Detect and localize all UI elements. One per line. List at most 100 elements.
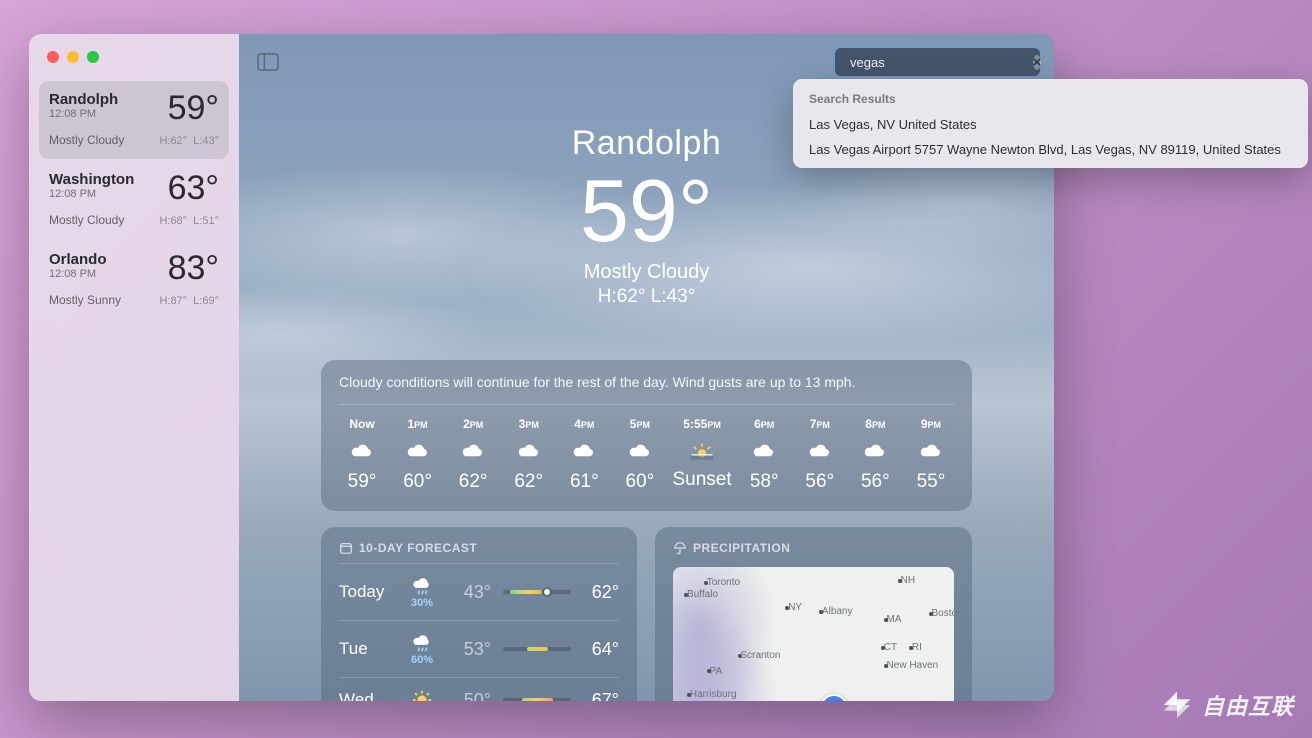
hour-label: 7PM <box>810 417 830 431</box>
location-time: 12:08 PM <box>49 268 107 280</box>
close-icon <box>1033 58 1041 66</box>
map-city-label: NH <box>901 575 915 586</box>
search-results-header: Search Results <box>793 89 1308 112</box>
hour-column: 6PM58° <box>741 417 787 493</box>
map-city-dot <box>738 654 742 658</box>
search-result-item[interactable]: Las Vegas Airport 5757 Wayne Newton Blvd… <box>793 137 1308 162</box>
cloud-icon <box>628 439 652 463</box>
window-controls <box>29 34 239 63</box>
search-input[interactable] <box>850 55 1026 70</box>
sidebar-location-washington[interactable]: Washington 12:08 PM 63° Mostly Cloudy H:… <box>39 161 229 239</box>
location-name: Randolph <box>49 91 118 108</box>
location-condition: Mostly Sunny <box>49 293 121 307</box>
search-result-item[interactable]: Las Vegas, NV United States <box>793 112 1308 137</box>
hour-temp: 62° <box>459 471 488 493</box>
location-name: Washington <box>49 171 134 188</box>
cloud-icon <box>863 439 887 463</box>
location-condition: Mostly Cloudy <box>49 133 124 147</box>
sun-icon <box>411 689 433 701</box>
hour-column: 3PM 62° <box>506 417 552 493</box>
hour-temp: 60° <box>626 471 655 493</box>
close-button[interactable] <box>47 51 59 63</box>
hour-temp: Sunset <box>672 469 731 491</box>
forecast-high: 67° <box>583 690 619 702</box>
map-city-label: Toronto <box>707 577 740 588</box>
map-city-label: Scranton <box>740 650 780 661</box>
map-city-dot <box>884 618 888 622</box>
precipitation-header: PRECIPITATION <box>673 541 954 563</box>
hour-column: 2PM 62° <box>450 417 496 493</box>
location-temp: 63° <box>168 171 219 205</box>
map-city-label: NY <box>788 602 802 613</box>
map-city-label: Harrisburg <box>690 689 737 700</box>
temp-range-bar <box>503 590 571 594</box>
hour-temp: 59° <box>348 471 377 493</box>
hour-label: Now <box>349 417 374 431</box>
hourly-forecast[interactable]: Now59°1PM60°2PM62°3PM62°4PM61°5PM60°5:55… <box>339 405 954 497</box>
hour-temp: 58° <box>750 471 779 493</box>
sidebar-location-randolph[interactable]: Randolph 12:08 PM 59° Mostly Cloudy H:62… <box>39 81 229 159</box>
map-city-label: PA <box>710 666 723 677</box>
hour-column: Now 59° <box>339 417 385 493</box>
forecast-high: 64° <box>583 639 619 660</box>
forecast-day: Tue <box>339 639 389 659</box>
map-city-dot <box>909 646 913 650</box>
hourly-card: Cloudy conditions will continue for the … <box>321 360 972 511</box>
map-city-label: RI <box>912 642 922 653</box>
map-city-dot <box>884 664 888 668</box>
forecast-low: 43° <box>455 582 491 603</box>
hourly-summary: Cloudy conditions will continue for the … <box>339 374 954 405</box>
hour-label: 3PM <box>519 417 539 431</box>
map-city-dot <box>684 593 688 597</box>
sidebar-toggle-icon[interactable] <box>257 53 279 71</box>
hour-label: 2PM <box>463 417 483 431</box>
minimize-button[interactable] <box>67 51 79 63</box>
map-city-dot <box>881 646 885 650</box>
hour-column: 5:55PM Sunset <box>672 417 731 493</box>
cloud-rain-icon <box>411 575 433 597</box>
search-results-popup: Search Results Las Vegas, NV United Stat… <box>793 79 1308 168</box>
map-city-dot <box>704 581 708 585</box>
maximize-button[interactable] <box>87 51 99 63</box>
cloud-icon <box>517 439 541 463</box>
hour-temp: 55° <box>917 471 946 493</box>
high-low: H:62° L:43° <box>239 286 1054 308</box>
forecast-low: 50° <box>455 690 491 702</box>
current-condition: Mostly Cloudy <box>239 261 1054 284</box>
forecast-row[interactable]: Tue 60% 53° 64° <box>339 620 619 677</box>
hour-temp: 56° <box>805 471 834 493</box>
location-condition: Mostly Cloudy <box>49 213 124 227</box>
clear-search-button[interactable] <box>1033 55 1041 70</box>
map-city-dot <box>898 579 902 583</box>
hour-column: 7PM 56° <box>797 417 843 493</box>
cloud-rain-icon <box>411 632 433 654</box>
cloud-icon <box>808 439 832 463</box>
cloud-icon <box>752 439 776 463</box>
map-city-label: New Haven <box>887 660 939 671</box>
hour-column: 4PM61° <box>561 417 607 493</box>
hour-column: 8PM 56° <box>852 417 898 493</box>
location-temp: 83° <box>168 251 219 285</box>
location-name: Orlando <box>49 251 107 268</box>
sidebar-location-orlando[interactable]: Orlando 12:08 PM 83° Mostly Sunny H:87° … <box>39 241 229 319</box>
umbrella-icon <box>673 541 687 555</box>
hour-label: 4PM <box>574 417 594 431</box>
precipitation-map[interactable]: NHTorontoBuffaloNYAlbanyBostonMACTRIScra… <box>673 567 954 701</box>
location-hl: H:68° L:51° <box>159 215 219 227</box>
hour-label: 8PM <box>865 417 885 431</box>
map-city-label: CT <box>884 642 897 653</box>
forecast-list: Today 30% 43° 62° Tue 60% 53° 64° Wed 50… <box>339 563 619 701</box>
hour-label: 5:55PM <box>683 417 721 431</box>
hour-temp: 56° <box>861 471 890 493</box>
toolbar <box>239 34 1054 76</box>
hour-temp: 60° <box>403 471 432 493</box>
watermark: 自由互联 <box>1158 686 1294 724</box>
search-box[interactable] <box>835 48 1040 76</box>
hour-temp: 62° <box>514 471 543 493</box>
forecast-row[interactable]: Today 30% 43° 62° <box>339 563 619 620</box>
temp-range-bar <box>503 647 571 651</box>
forecast-card: 10-DAY FORECAST Today 30% 43° 62° Tue 60… <box>321 527 637 701</box>
cloud-icon <box>572 439 596 463</box>
forecast-row[interactable]: Wed 50° 67° <box>339 677 619 701</box>
precipitation-card: PRECIPITATION NHTorontoBuffaloNYAlbanyBo… <box>655 527 972 701</box>
